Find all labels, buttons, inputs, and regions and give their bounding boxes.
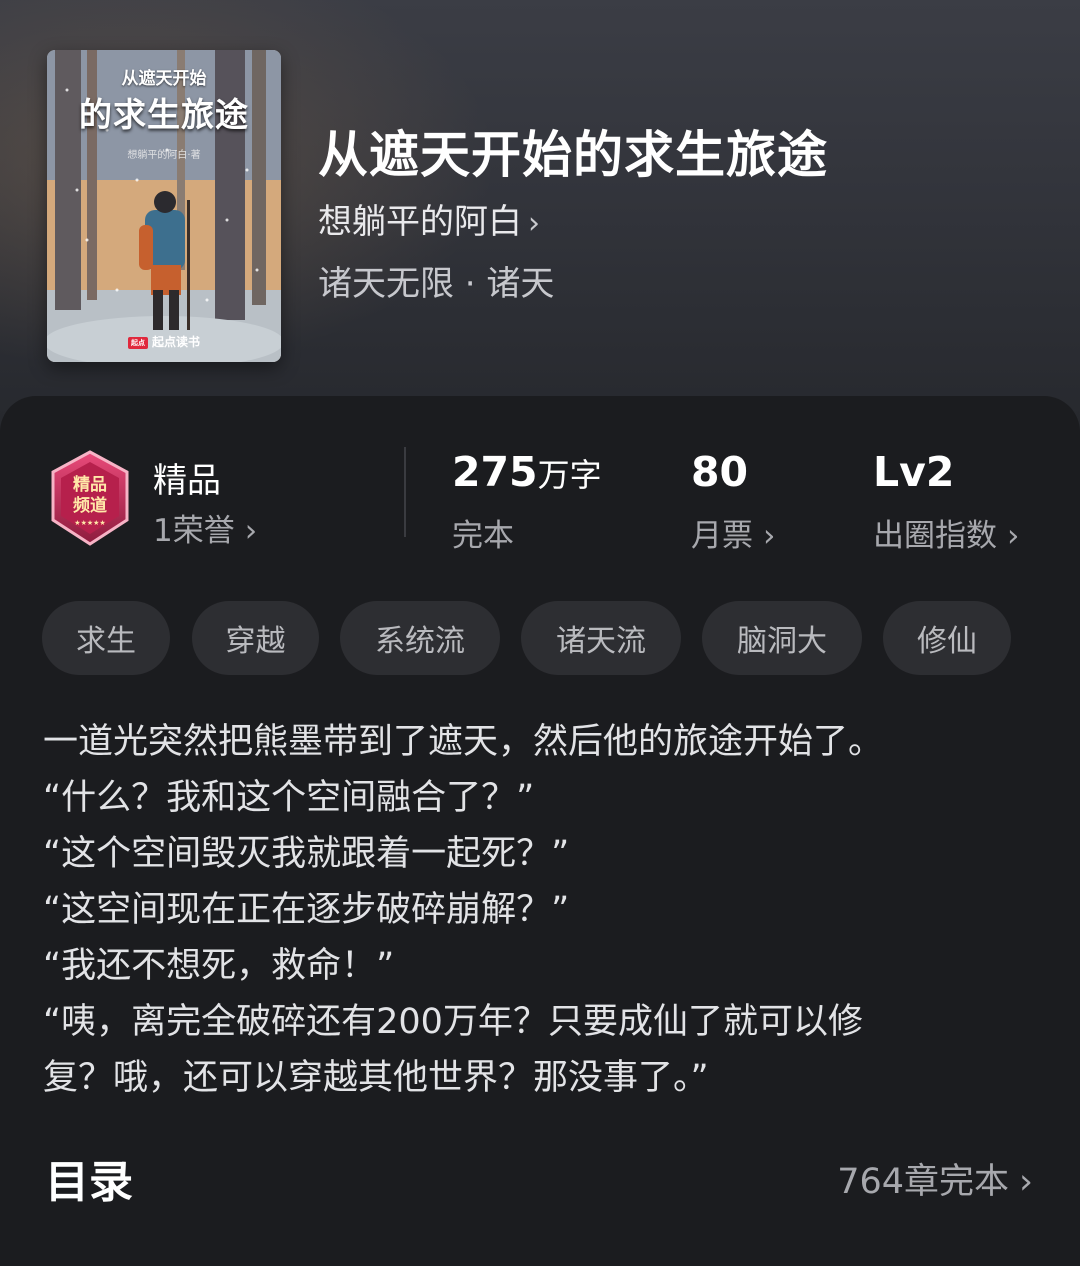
synopsis-line: “什么？我和这个空间融合了？” xyxy=(43,778,535,818)
synopsis-line: “咦，离完全破碎还有200万年？只要成仙了就可以修 xyxy=(43,1002,863,1042)
tag-chip[interactable]: 系统流 xyxy=(340,601,500,675)
completion-status: 完本 xyxy=(452,518,514,554)
monthly-votes-label: 月票 xyxy=(691,518,753,554)
cover-title-line2: 的求生旅途 xyxy=(79,95,249,134)
honor-link[interactable]: 1荣誉 › xyxy=(153,505,257,550)
toc-title: 目录 xyxy=(45,1157,133,1208)
svg-text:精品: 精品 xyxy=(73,474,107,495)
popularity-index-number: Lv2 xyxy=(873,448,955,496)
word-count: 275万字 xyxy=(452,448,602,496)
book-genre: 诸天无限 · 诸天 xyxy=(318,264,555,304)
author-name: 想躺平的阿白 xyxy=(318,202,522,242)
chevron-right-icon: › xyxy=(1007,518,1020,554)
tag-chip[interactable]: 诸天流 xyxy=(521,601,681,675)
cover-author: 想躺平的阿白·著 xyxy=(127,150,201,161)
toc-link[interactable]: 764章完本 › xyxy=(837,1153,1033,1204)
tag-chip[interactable]: 修仙 xyxy=(883,601,1011,675)
cover-title-line1: 从遮天开始 xyxy=(121,69,207,89)
chevron-right-icon: › xyxy=(1019,1162,1033,1202)
chapter-count: 764章完本 xyxy=(837,1162,1009,1202)
synopsis-line: “这个空间毁灭我就跟着一起死？” xyxy=(43,834,570,874)
brand-logo-icon: 起点 xyxy=(127,336,148,349)
book-title: 从遮天开始的求生旅途 xyxy=(318,125,828,184)
honor-label: 精品 xyxy=(153,461,221,501)
tag-chip[interactable]: 穿越 xyxy=(192,601,319,675)
honor-count: 1荣誉 xyxy=(153,513,235,549)
cover-brand-text: 起点读书 xyxy=(151,335,200,349)
synopsis-line: “我还不想死，救命！” xyxy=(43,946,395,986)
stats-divider xyxy=(404,447,406,537)
book-synopsis[interactable]: 一道光突然把熊墨带到了遮天，然后他的旅途开始了。 “什么？我和这个空间融合了？”… xyxy=(43,714,1043,1106)
popularity-index-label: 出圈指数 xyxy=(873,518,997,554)
popularity-index-link[interactable]: 出圈指数 › xyxy=(873,510,1019,555)
monthly-votes-link[interactable]: 月票 › xyxy=(691,510,775,555)
chevron-right-icon: › xyxy=(528,206,540,241)
svg-text:频道: 频道 xyxy=(73,495,107,516)
author-link[interactable]: 想躺平的阿白 › xyxy=(318,194,540,243)
word-count-number: 275 xyxy=(452,448,538,496)
quality-badge-icon[interactable]: 精品 频道 ★★★★★ xyxy=(45,450,135,546)
book-cover[interactable]: 从遮天开始 的求生旅途 想躺平的阿白·著 起点 起点读书 xyxy=(47,50,281,362)
svg-text:★★★★★: ★★★★★ xyxy=(74,519,105,527)
synopsis-line: 一道光突然把熊墨带到了遮天，然后他的旅途开始了。 xyxy=(43,722,884,762)
tag-chip[interactable]: 脑洞大 xyxy=(702,601,862,675)
synopsis-line: 复？哦，还可以穿越其他世界？那没事了。” xyxy=(43,1058,709,1098)
synopsis-line: “这空间现在正在逐步破碎崩解？” xyxy=(43,890,570,930)
cover-brand: 起点 起点读书 xyxy=(47,333,281,350)
chevron-right-icon: › xyxy=(244,513,258,549)
tag-chip[interactable]: 求生 xyxy=(42,601,170,675)
chevron-right-icon: › xyxy=(763,518,776,554)
word-count-unit: 万字 xyxy=(537,456,602,494)
monthly-votes-number: 80 xyxy=(691,448,749,496)
